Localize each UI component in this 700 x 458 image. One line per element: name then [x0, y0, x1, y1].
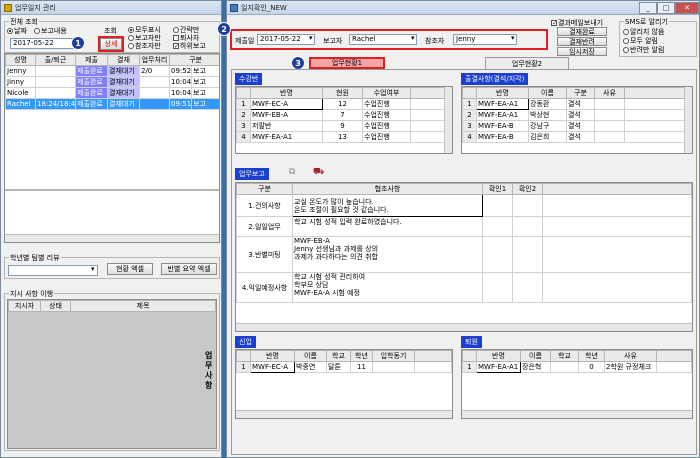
- calendar-dropdown-icon[interactable]: ▾: [309, 34, 313, 42]
- checkmark-icon: ✓: [551, 20, 558, 27]
- table-row[interactable]: 1 MWF-EC-A 박중연 달튼 11: [236, 361, 452, 373]
- approve-reject-button[interactable]: 결재반려: [557, 37, 607, 46]
- table-row[interactable]: 4 MWF-EA-A1 13 수업진행: [236, 131, 452, 143]
- report-grid[interactable]: 성명 출/퇴근 제출 결재 업무처리 구분 Jenny 제출완료 결재대기 2/…: [4, 53, 220, 243]
- badge-two: 2: [217, 22, 231, 36]
- class-section-header: 수강반: [235, 73, 263, 85]
- attend-grid[interactable]: 반명 이름 구분 사유 1 MWF-EA-A1 강동환 결석 2 MWF-EA-A1 박상…: [461, 86, 693, 154]
- table-row[interactable]: 3 MWF-EA-B 강남구 결석: [462, 120, 692, 132]
- table-row[interactable]: 2.일일업무 학교 시험 성적 입력 완료하였습니다.: [236, 216, 692, 237]
- new-section-header: 신입: [235, 336, 256, 348]
- approve-done-button[interactable]: 결재완료: [557, 27, 607, 36]
- leave-hscrollbar[interactable]: [462, 410, 692, 418]
- table-row[interactable]: 1 MWF-EA-A1 장은혁 0 2학원 규정체크: [462, 361, 692, 373]
- table-row[interactable]: Jenny 제출완료 결재대기 2/0 09:52 보고: [5, 65, 219, 77]
- reporter-chevron-down-icon[interactable]: ▾: [411, 34, 415, 42]
- table-row[interactable]: Nicole 제출완료 결재대기 10:04 보고: [5, 87, 219, 99]
- instruction-grid[interactable]: 지시자 상태 제목: [7, 299, 217, 449]
- side-vertical-text: 업무사항: [205, 351, 213, 390]
- sms-reject-only-radio[interactable]: 반려만 알림: [623, 45, 664, 55]
- leave-header-row: 반명 이름 학교 학년 사유: [462, 350, 692, 362]
- class-grid[interactable]: 반명 현원 수업여부 1 MWF-EC-A 12 수업진행 2 MWF-EB-A 7 수업진…: [235, 86, 453, 154]
- maximize-button[interactable]: □: [657, 2, 675, 14]
- table-row[interactable]: 1 MWF-EA-A1 강동환 결석: [462, 98, 692, 110]
- left-window-title: 업무일지 관리: [15, 3, 56, 12]
- attend-vscrollbar[interactable]: [684, 87, 692, 153]
- work-header-row: 구분 협조사항 확인1 확인2: [236, 183, 692, 195]
- new-grid[interactable]: 반명 이름 학교 학년 입학동기 1 MWF-EC-A 박중연 달튼 11: [235, 349, 453, 419]
- ref-chevron-down-icon[interactable]: ▾: [511, 34, 515, 42]
- close-button[interactable]: ✕: [675, 2, 699, 14]
- table-row[interactable]: 2 MWF-EA-A1 박상현 결석: [462, 109, 692, 121]
- filter-date-input[interactable]: 2017-05-22: [257, 34, 315, 45]
- right-titlebar: 일지확인_NEW _ □ ✕: [227, 1, 699, 15]
- table-row[interactable]: 4 MWF-EA-B 김은희 결석: [462, 131, 692, 143]
- new-header-row: 반명 이름 학교 학년 입학동기: [236, 350, 452, 362]
- table-row[interactable]: 4.익일예정사항 학교 시험 성적 관리하여 학부모 상담 MWF-EA-A 시험 …: [236, 272, 692, 303]
- instruction-label: 지시 사항 이행: [9, 289, 55, 299]
- team-review-label: 학년별 팀별 리뷰: [9, 253, 61, 263]
- table-row[interactable]: 1.건의사항 교실 온도가 많이 높습니다. 온도 조절이 필요할 것 같습니다.: [236, 194, 692, 217]
- badge-three: 3: [291, 56, 305, 70]
- ref-label: 참조자: [425, 37, 445, 45]
- class-header-row: 반명 현원 수업여부: [236, 87, 452, 99]
- log-check-window: 일지확인_NEW _ □ ✕ 2 제출일 2017-05-22 ▾ 보고자 Ra…: [217, 0, 700, 458]
- table-row-selected[interactable]: Rachel 18:24/18:47 제출완료 결재대기 09:51 보고: [5, 98, 219, 110]
- attend-header-row: 반명 이름 구분 사유: [462, 87, 692, 99]
- query-label[interactable]: 조회: [104, 26, 117, 36]
- grid-header-row: 성명 출/퇴근 제출 결재 업무처리 구분: [5, 54, 219, 66]
- chevron-down-icon[interactable]: ▾: [91, 265, 95, 273]
- minimize-button[interactable]: _: [639, 2, 657, 14]
- reporter-select[interactable]: Rachel: [349, 34, 417, 45]
- truck-icon[interactable]: ⛟: [313, 167, 324, 178]
- filter-date-label: 제출일: [235, 37, 255, 45]
- radio-content[interactable]: 보고내용: [34, 26, 67, 36]
- left-titlebar: 업무일지 관리: [1, 1, 221, 15]
- radio-content-icon: [34, 28, 40, 34]
- table-row[interactable]: 3.반별미팅 MWF-EB-A Jenny 선생님과 과제를 상의 과제가 과다하다…: [236, 236, 692, 273]
- tab-status-1[interactable]: 업무현황1: [309, 57, 385, 69]
- detail-highlight: [98, 36, 124, 52]
- radio-date-icon: [7, 28, 13, 34]
- instruction-header-row: 지시자 상태 제목: [8, 300, 216, 312]
- grid-hscrollbar[interactable]: [5, 234, 219, 242]
- class-vscrollbar[interactable]: [444, 87, 452, 153]
- radio-date[interactable]: 날짜: [7, 26, 27, 36]
- class-summary-excel-button[interactable]: 반별 요약 엑셀: [161, 263, 217, 275]
- radio-ref-only[interactable]: 참조자만: [128, 41, 161, 51]
- team-select[interactable]: [8, 265, 98, 276]
- table-row[interactable]: Jinny 제출완료 결재대기 10:04 보고: [5, 76, 219, 88]
- app-icon: [4, 3, 12, 12]
- sms-group-label: SMS로 알리기: [624, 17, 669, 27]
- right-window-title: 일지확인_NEW: [241, 3, 287, 12]
- status-excel-button[interactable]: 현황 엑셀: [107, 263, 153, 275]
- grid-divider: [5, 189, 219, 191]
- work-hscrollbar[interactable]: [236, 323, 692, 331]
- copy-icon[interactable]: ⧉: [289, 167, 295, 177]
- table-row[interactable]: 3 저팔반 9 수업진행: [236, 120, 452, 132]
- leave-section-header: 퇴원: [461, 336, 482, 348]
- ref-select[interactable]: Jenny: [453, 34, 517, 45]
- new-hscrollbar[interactable]: [236, 410, 452, 418]
- table-row[interactable]: 2 MWF-EB-A 7 수업진행: [236, 109, 452, 121]
- table-row[interactable]: 1 MWF-EC-A 12 수업진행: [236, 98, 452, 110]
- reporter-label: 보고자: [323, 37, 343, 45]
- work-log-window: 업무일지 관리 전체 조회 날짜 보고내용 2017-05-22 조회 상세 1…: [0, 0, 222, 458]
- leave-grid[interactable]: 반명 이름 학교 학년 사유 1 MWF-EA-A1 장은혁 0 2학원 규정체크: [461, 349, 693, 419]
- work-grid[interactable]: 구분 협조사항 확인1 확인2 1.건의사항 교실 온도가 많이 높습니다. 온도…: [235, 182, 693, 332]
- attend-section-header: 출결사항(결석/지각): [461, 73, 529, 85]
- badge-one: 1: [71, 36, 85, 50]
- temp-save-button[interactable]: 임시저장: [557, 47, 607, 56]
- app-icon: [230, 3, 238, 12]
- tab-status-2[interactable]: 업무현황2: [485, 57, 569, 69]
- checkmark-icon: ✓: [173, 43, 180, 50]
- work-section-header: 업무보고: [235, 168, 269, 180]
- check-subreport[interactable]: ✓하위보고: [173, 41, 206, 51]
